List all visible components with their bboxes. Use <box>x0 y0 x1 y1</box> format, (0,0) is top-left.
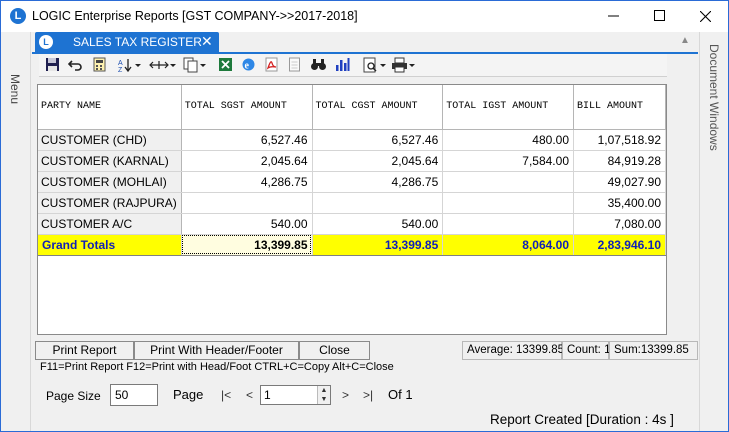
tab-sales-tax-register[interactable]: L SALES TAX REGISTER ✕ <box>35 32 219 52</box>
column-header-cgst[interactable]: TOTAL CGST AMOUNT <box>312 85 444 130</box>
document-windows-side-tab[interactable]: Document Windows <box>699 32 728 431</box>
minimize-button[interactable] <box>590 1 636 32</box>
copy-icon[interactable] <box>183 57 209 74</box>
window-title: LOGIC Enterprise Reports [GST COMPANY->>… <box>32 9 358 23</box>
bill-amount-cell[interactable]: 1,07,518.92 <box>573 129 666 151</box>
party-name-cell[interactable]: CUSTOMER (CHD) <box>38 129 182 151</box>
app-logo-icon: L <box>10 8 26 24</box>
sgst-cell[interactable]: 2,045.64 <box>181 150 313 172</box>
sgst-cell[interactable] <box>181 192 313 214</box>
app-window: L LOGIC Enterprise Reports [GST COMPANY-… <box>0 0 729 432</box>
cgst-cell[interactable]: 4,286.75 <box>312 171 444 193</box>
logo-icon: L <box>39 35 53 49</box>
calculator-icon[interactable] <box>91 57 107 74</box>
status-count: Count: 1 <box>562 341 610 360</box>
print-preview-icon[interactable] <box>363 57 389 74</box>
sgst-cell[interactable]: 540.00 <box>181 213 313 235</box>
party-name-cell[interactable]: CUSTOMER (KARNAL) <box>38 150 182 172</box>
keyboard-shortcuts-hint: F11=Print Report F12=Print with Head/Foo… <box>40 361 394 373</box>
menu-side-tab[interactable]: Menu <box>1 32 31 431</box>
igst-cell[interactable] <box>442 171 574 193</box>
column-header-party-name[interactable]: PARTY NAME <box>38 85 182 130</box>
toolbar: AZ e <box>39 54 667 77</box>
party-name-cell[interactable]: CUSTOMER (RAJPURA) <box>38 192 182 214</box>
column-header-sgst[interactable]: TOTAL SGST AMOUNT <box>181 85 313 130</box>
sgst-cell[interactable]: 4,286.75 <box>181 171 313 193</box>
table-row[interactable]: CUSTOMER A/C 540.00 540.00 7,080.00 <box>38 213 666 235</box>
minimize-icon <box>607 15 619 17</box>
total-cgst-cell[interactable]: 13,399.85 <box>312 234 444 256</box>
igst-cell[interactable]: 7,584.00 <box>442 150 574 172</box>
party-name-cell[interactable]: CUSTOMER (MOHLAI) <box>38 171 182 193</box>
maximize-button[interactable] <box>636 1 682 32</box>
close-icon <box>699 10 711 23</box>
prev-page-button[interactable]: < <box>246 388 253 402</box>
excel-icon[interactable] <box>217 57 233 74</box>
column-width-icon[interactable] <box>149 57 177 74</box>
table-row[interactable]: CUSTOMER (CHD) 6,527.46 6,527.46 480.00 … <box>38 129 666 151</box>
sort-az-icon[interactable]: AZ <box>117 57 143 74</box>
total-sgst-cell[interactable]: 13,399.85 <box>181 234 313 256</box>
find-icon[interactable] <box>309 57 327 74</box>
cgst-cell[interactable]: 540.00 <box>312 213 444 235</box>
page-spinner-icon[interactable]: ▲ ▼ <box>317 386 330 404</box>
report-duration-status: Report Created [Duration : 4s ] <box>490 412 674 427</box>
status-average: Average: 13399.85 <box>462 341 564 360</box>
column-header-bill-amount[interactable]: BILL AMOUNT <box>573 85 666 130</box>
close-report-button[interactable]: Close <box>299 341 370 360</box>
pdf-icon[interactable] <box>263 57 279 74</box>
printer-icon[interactable] <box>391 57 417 74</box>
chart-icon[interactable] <box>334 57 350 74</box>
total-bill-amount-cell[interactable]: 2,83,946.10 <box>573 234 666 256</box>
maximize-icon <box>653 10 665 21</box>
svg-text:A: A <box>118 60 123 67</box>
bill-amount-cell[interactable]: 35,400.00 <box>573 192 666 214</box>
status-sum: Sum:13399.85 <box>609 341 698 360</box>
grand-totals-row[interactable]: Grand Totals 13,399.85 13,399.85 8,064.0… <box>38 234 666 256</box>
table-row[interactable]: CUSTOMER (MOHLAI) 4,286.75 4,286.75 49,0… <box>38 171 666 193</box>
tab-label: SALES TAX REGISTER <box>73 35 202 49</box>
document-windows-label: Document Windows <box>707 44 721 151</box>
menu-label: Menu <box>8 74 22 105</box>
igst-cell[interactable] <box>442 213 574 235</box>
total-igst-cell[interactable]: 8,064.00 <box>442 234 574 256</box>
report-table: PARTY NAME TOTAL SGST AMOUNT TOTAL CGST … <box>38 85 666 256</box>
print-report-button[interactable]: Print Report <box>35 341 134 360</box>
cgst-cell[interactable]: 2,045.64 <box>312 150 444 172</box>
undo-icon[interactable] <box>67 57 83 74</box>
close-button[interactable] <box>682 1 728 32</box>
title-bar: L LOGIC Enterprise Reports [GST COMPANY-… <box>1 1 728 32</box>
igst-cell[interactable]: 480.00 <box>442 129 574 151</box>
document-tab-strip: L SALES TAX REGISTER ✕ ▲ <box>32 32 698 52</box>
bill-amount-cell[interactable]: 84,919.28 <box>573 150 666 172</box>
print-with-header-footer-button[interactable]: Print With Header/Footer <box>134 341 299 360</box>
next-page-button[interactable]: > <box>342 388 349 402</box>
table-header-row: PARTY NAME TOTAL SGST AMOUNT TOTAL CGST … <box>38 85 666 130</box>
bill-amount-cell[interactable]: 7,080.00 <box>573 213 666 235</box>
party-name-cell[interactable]: CUSTOMER A/C <box>38 213 182 235</box>
first-page-button[interactable]: |< <box>221 388 231 402</box>
report-grid: PARTY NAME TOTAL SGST AMOUNT TOTAL CGST … <box>37 84 667 335</box>
tab-close-icon[interactable]: ✕ <box>201 33 213 50</box>
sgst-cell[interactable]: 6,527.46 <box>181 129 313 151</box>
page-size-label: Page Size <box>46 389 101 403</box>
page-size-input[interactable] <box>110 384 158 406</box>
svg-text:e: e <box>244 61 249 72</box>
page-label: Page <box>173 387 204 402</box>
blank-page-icon[interactable] <box>286 57 302 74</box>
table-row[interactable]: CUSTOMER (KARNAL) 2,045.64 2,045.64 7,58… <box>38 150 666 172</box>
page-count-label: Of 1 <box>388 387 413 402</box>
column-header-igst[interactable]: TOTAL IGST AMOUNT <box>442 85 574 130</box>
tab-list-chevron-icon[interactable]: ▲ <box>680 35 690 46</box>
table-row[interactable]: CUSTOMER (RAJPURA) 35,400.00 <box>38 192 666 214</box>
cgst-cell[interactable] <box>312 192 444 214</box>
grand-totals-label[interactable]: Grand Totals <box>38 234 182 256</box>
bill-amount-cell[interactable]: 49,027.90 <box>573 171 666 193</box>
igst-cell[interactable] <box>442 192 574 214</box>
cgst-cell[interactable]: 6,527.46 <box>312 129 444 151</box>
last-page-button[interactable]: >| <box>363 388 373 402</box>
ie-icon[interactable]: e <box>240 57 256 74</box>
svg-text:Z: Z <box>118 67 123 73</box>
save-icon[interactable] <box>44 57 60 74</box>
